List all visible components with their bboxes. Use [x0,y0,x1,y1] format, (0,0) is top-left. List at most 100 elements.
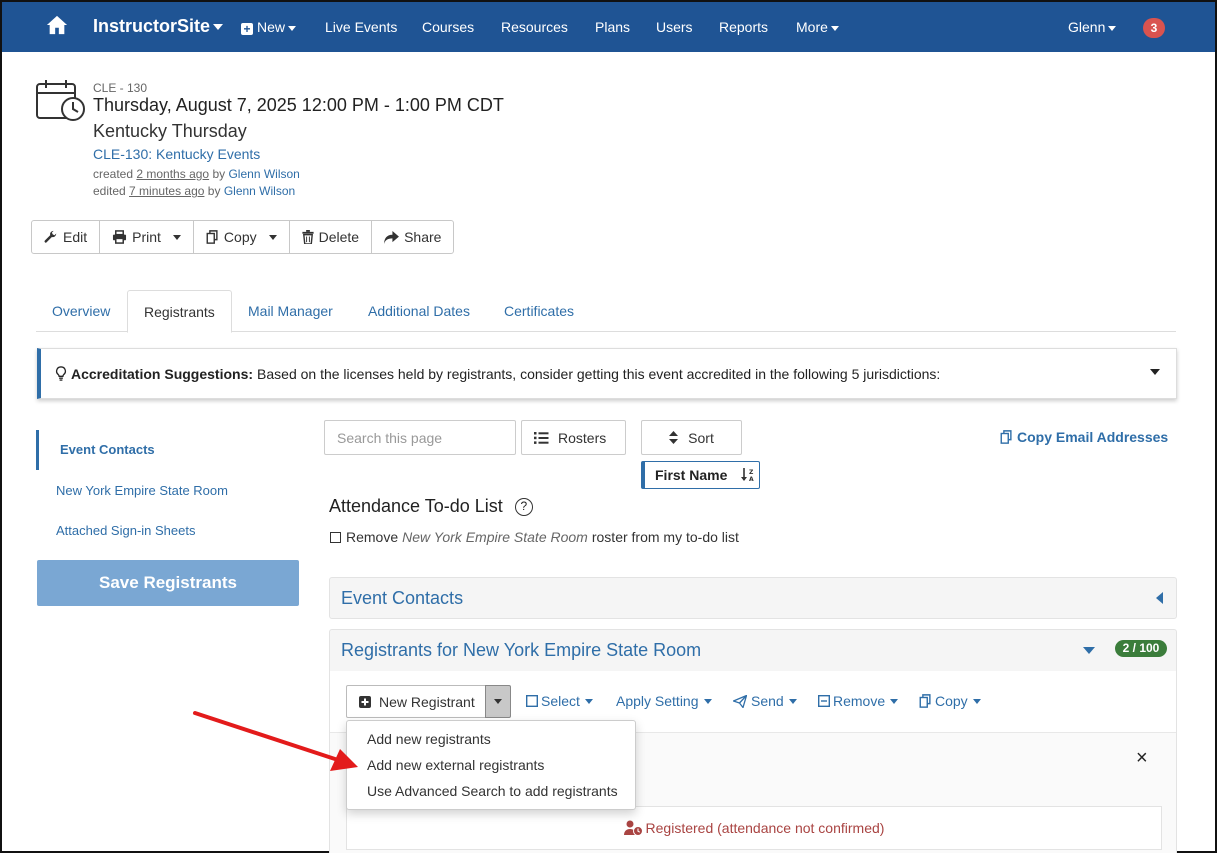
panel-title: Registrants for New York Empire State Ro… [341,640,702,660]
tab-additional-dates[interactable]: Additional Dates [352,290,486,332]
sidebar-item-event-contacts[interactable]: Event Contacts [60,442,155,457]
chevron-down-icon [494,699,502,704]
user-menu[interactable]: Glenn [1068,19,1117,35]
event-datetime: Thursday, August 7, 2025 12:00 PM - 1:00… [93,95,504,115]
chevron-down-icon [830,25,839,31]
sort-button[interactable]: Sort [641,420,742,455]
sort-alpha-desc-icon: ZA [741,468,754,482]
chevron-down-icon [172,234,181,240]
course-link[interactable]: CLE-130: Kentucky Events [93,146,260,162]
chevron-down-icon [213,24,224,31]
alert-toggle-icon[interactable] [1150,369,1160,375]
collapse-left-icon[interactable] [1156,592,1163,604]
event-contacts-panel[interactable]: Event Contacts [329,577,1177,619]
copy-email-link[interactable]: Copy Email Addresses [1000,429,1168,445]
event-name: Kentucky Thursday [93,121,247,141]
event-tabs: Overview Registrants Mail Manager Additi… [36,290,1176,333]
annotation-arrow-icon [193,711,358,771]
created-meta: created 2 months ago by Glenn Wilson [93,167,300,181]
alert-label: Accreditation Suggestions: [71,365,254,382]
tab-overview[interactable]: Overview [36,290,126,332]
sidebar-active-indicator [36,430,39,470]
new-registrant-dropdown-toggle[interactable] [485,685,511,718]
tab-certificates[interactable]: Certificates [488,290,590,332]
paper-plane-icon [733,694,747,708]
menu-item-add-new-registrants[interactable]: Add new registrants [347,730,635,756]
created-by-link[interactable]: Glenn Wilson [228,167,299,181]
save-registrants-button[interactable]: Save Registrants [37,560,299,606]
print-button[interactable]: Print [100,221,194,253]
sidebar-item-signin-sheets[interactable]: Attached Sign-in Sheets [56,523,195,538]
share-button[interactable]: Share [372,221,453,253]
home-icon[interactable] [46,14,68,36]
delete-button[interactable]: Delete [290,221,373,253]
chevron-down-icon [972,698,981,704]
wrench-icon [44,230,57,243]
tab-mail-manager[interactable]: Mail Manager [232,290,349,332]
list-icon [534,431,549,444]
send-menu[interactable]: Send [733,693,797,709]
alert-text: Based on the licenses held by registrant… [257,365,941,382]
remove-menu[interactable]: Remove [818,693,899,709]
new-registrant-dropdown: Add new registrants Add new external reg… [346,720,636,810]
chevron-down-icon [1108,25,1117,31]
sidebar-item-room[interactable]: New York Empire State Room [56,483,228,498]
chevron-down-icon [788,698,797,704]
svg-text:A: A [749,476,754,482]
menu-item-add-external-registrants[interactable]: Add new external registrants [347,756,635,782]
checkbox-icon[interactable] [330,531,341,543]
edited-by-link[interactable]: Glenn Wilson [224,184,295,198]
calendar-clock-icon [36,80,85,121]
apply-setting-menu[interactable]: Apply Setting [616,693,712,709]
minus-square-icon [818,695,830,707]
close-icon[interactable]: × [1136,747,1148,770]
top-navbar: InstructorSite + New Live Events Courses … [2,2,1215,52]
edit-button[interactable]: Edit [32,221,101,253]
nav-plans[interactable]: Plans [595,19,630,35]
printer-icon [113,230,127,244]
rosters-button[interactable]: Rosters [521,420,626,455]
edited-time: 7 minutes ago [129,184,205,198]
nav-courses[interactable]: Courses [422,19,474,35]
registrants-panel-header[interactable]: Registrants for New York Empire State Ro… [329,629,1177,672]
copy-menu[interactable]: Copy [919,693,981,709]
registrant-count-badge: 2 / 100 [1115,640,1167,657]
chevron-down-icon [288,25,297,31]
sort-icon [669,431,679,444]
copy-button[interactable]: Copy [194,221,290,253]
select-menu[interactable]: Select [526,693,593,709]
menu-item-advanced-search[interactable]: Use Advanced Search to add registrants [347,782,635,808]
tab-registrants[interactable]: Registrants [127,290,232,333]
lightbulb-icon [56,366,66,381]
registration-status-row: Registered (attendance not confirmed) [346,806,1162,850]
sort-field-chip[interactable]: First Name ZA [641,461,760,489]
expand-down-icon[interactable] [1083,647,1095,654]
brand-menu[interactable]: InstructorSite [93,16,224,37]
copy-icon [206,230,218,244]
accreditation-alert: Accreditation Suggestions: Based on the … [37,348,1177,399]
search-input[interactable] [324,420,516,455]
plus-square-icon: + [241,23,253,35]
nav-resources[interactable]: Resources [501,19,568,35]
panel-title: Event Contacts [341,588,464,608]
nav-live-events[interactable]: Live Events [325,19,397,35]
nav-new[interactable]: + New [241,19,297,35]
checkbox-icon [526,695,538,707]
todo-title: Attendance To-do List ? [329,496,533,517]
nav-more[interactable]: More [796,19,839,35]
chevron-down-icon [890,698,899,704]
todo-remove-checkbox[interactable]: Remove New York Empire State Room roster f… [330,529,739,545]
chevron-down-icon [584,698,593,704]
edited-meta: edited 7 minutes ago by Glenn Wilson [93,184,296,198]
nav-users[interactable]: Users [656,19,693,35]
chevron-down-icon [703,698,712,704]
copy-icon [919,694,931,708]
notification-badge[interactable]: 3 [1143,18,1165,38]
help-icon[interactable]: ? [514,497,533,516]
share-arrow-icon [384,230,400,244]
chevron-down-icon [268,234,277,240]
trash-icon [302,230,314,244]
event-code: CLE - 130 [93,81,148,95]
nav-reports[interactable]: Reports [719,19,768,35]
copy-icon [1000,430,1012,444]
